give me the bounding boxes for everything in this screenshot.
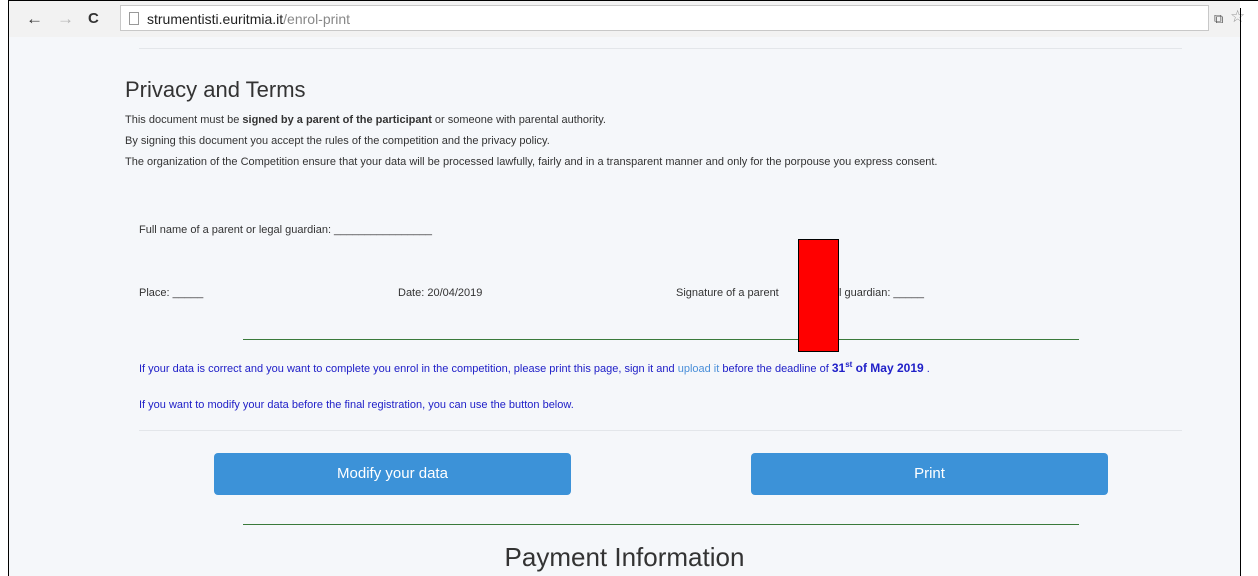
url-text[interactable]: strumentisti.euritmia.it/enrol-print — [147, 10, 350, 28]
browser-toolbar: ← → C strumentisti.euritmia.it/enrol-pri… — [9, 1, 1245, 38]
top-divider — [139, 48, 1182, 49]
privacy-line-1: This document must be signed by a parent… — [125, 114, 606, 126]
section-divider — [139, 430, 1182, 431]
forward-icon[interactable]: → — [57, 9, 74, 29]
privacy-title: Privacy and Terms — [125, 77, 306, 102]
enrol-notice: If your data is correct and you want to … — [139, 360, 930, 375]
privacy-line-3: The organization of the Competition ensu… — [125, 156, 938, 168]
modify-hint: If you want to modify your data before t… — [139, 399, 574, 411]
privacy-line-2: By signing this document you accept the … — [125, 135, 550, 147]
modify-data-button[interactable]: Modify your data — [214, 453, 571, 495]
deadline: 31st of May 2019 — [831, 360, 924, 375]
signature-field-end: l guardian: _____ — [839, 287, 925, 299]
place-field: Place: _____ — [139, 287, 204, 299]
redaction-box — [798, 239, 839, 352]
green-divider-1 — [243, 339, 1079, 340]
print-button[interactable]: Print — [751, 453, 1108, 495]
page-icon — [129, 12, 139, 25]
frame-right-border — [1240, 8, 1241, 576]
date-field: Date: 20/04/2019 — [398, 287, 483, 299]
translate-icon[interactable]: ⧉ — [1214, 11, 1223, 27]
green-divider-2 — [243, 524, 1079, 525]
address-bar[interactable]: strumentisti.euritmia.it/enrol-print — [120, 5, 1209, 31]
signature-field-start: Signature of a parent — [676, 287, 779, 299]
payment-title: Payment Information — [504, 542, 745, 572]
page-content: Privacy and Terms This document must be … — [9, 37, 1240, 576]
bookmark-star-icon[interactable]: ☆ — [1230, 7, 1245, 27]
guardian-name-field: Full name of a parent or legal guardian:… — [139, 224, 432, 236]
reload-icon[interactable]: C — [88, 9, 99, 29]
back-icon[interactable]: ← — [26, 9, 43, 29]
upload-link[interactable]: upload it — [678, 363, 720, 375]
